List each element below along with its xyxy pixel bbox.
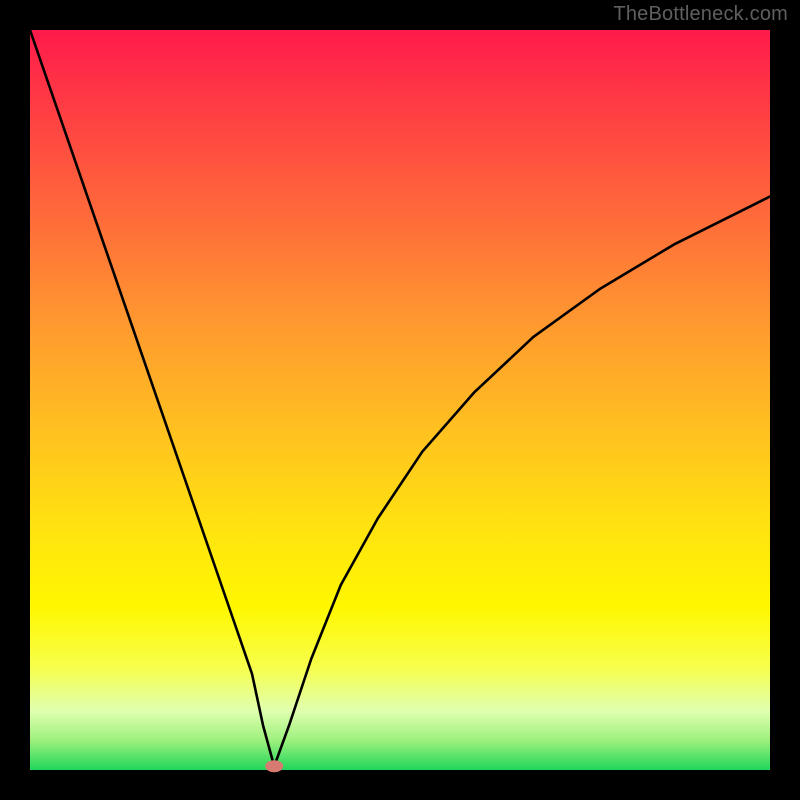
watermark-text: TheBottleneck.com xyxy=(613,3,788,26)
bottleneck-chart xyxy=(0,0,800,800)
plot-background xyxy=(30,30,770,770)
optimum-marker xyxy=(265,760,283,772)
outer-frame: TheBottleneck.com xyxy=(0,0,800,800)
